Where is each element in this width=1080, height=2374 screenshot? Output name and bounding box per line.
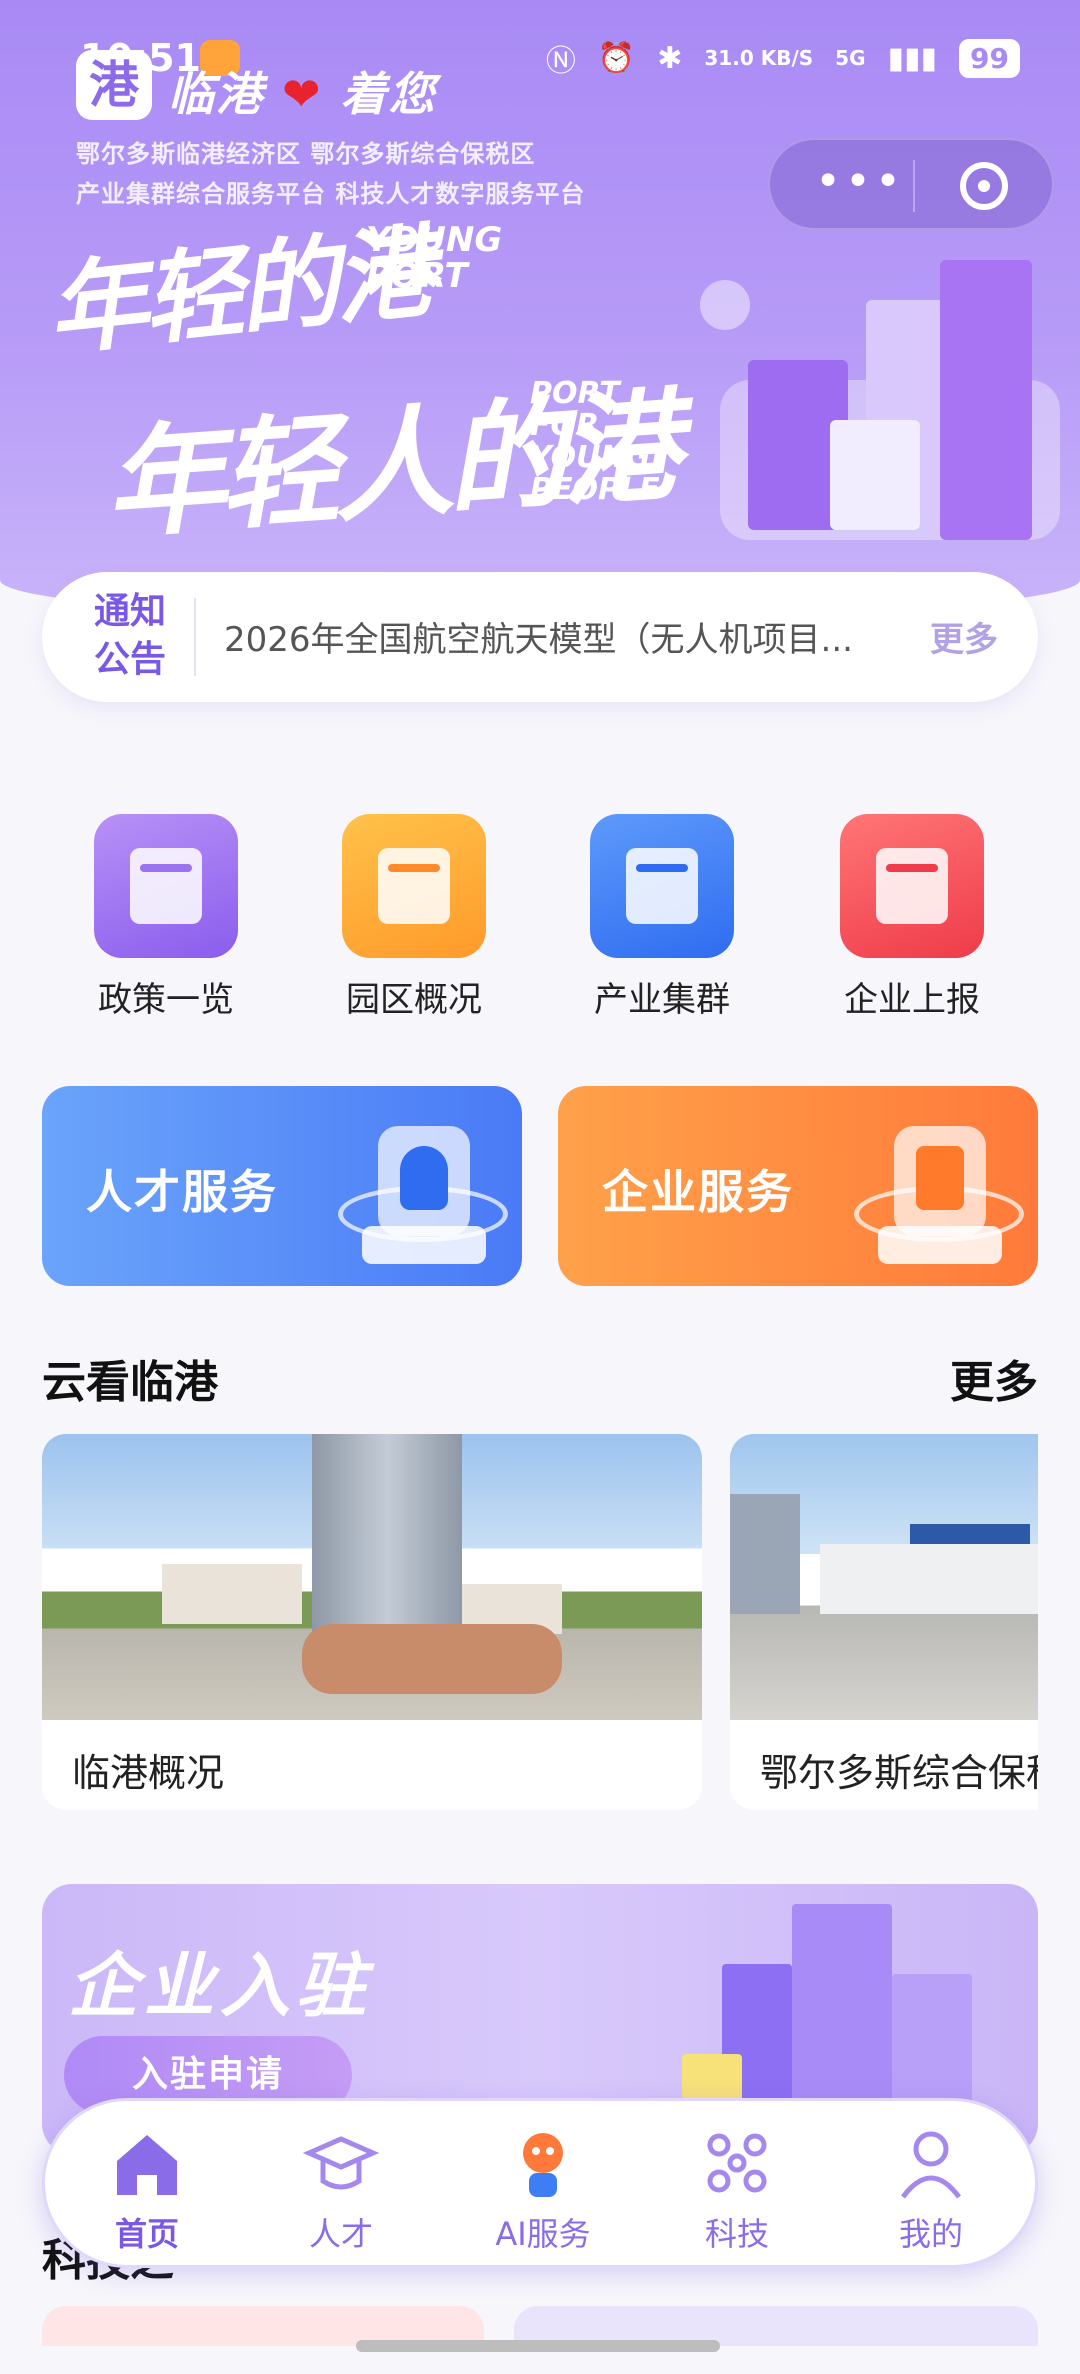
brand-name: 临港 bbox=[168, 67, 264, 121]
target-icon[interactable] bbox=[960, 162, 1008, 210]
battery-icon: 99 bbox=[959, 38, 1020, 78]
gallery-card[interactable]: 临港概况 bbox=[42, 1434, 702, 1810]
tab-label: 科技 bbox=[704, 2215, 769, 2253]
quick-link-park[interactable]: 园区概况 bbox=[314, 814, 514, 1021]
notice-bar[interactable]: 通知公告 2026年全国航空航天模型（无人机项目... 更多 bbox=[42, 572, 1038, 702]
bottom-tab-bar: 首页 人才 AI服务 科技 我的 bbox=[42, 2098, 1038, 2268]
status-icons: Ⓝ ⏰ ✱ 31.0 KB/S 5G ▮▮▮ 99 bbox=[546, 36, 1020, 80]
notice-more-link[interactable]: 更多 bbox=[930, 612, 998, 661]
net-speed: 31.0 KB/S bbox=[704, 46, 814, 70]
signal-label: 5G bbox=[835, 46, 866, 70]
quick-links: 政策一览 园区概况 产业集群 企业上报 bbox=[0, 814, 1080, 1024]
graduation-cap-icon bbox=[301, 2123, 381, 2203]
status-bar: 10:51 Ⓝ ⏰ ✱ 31.0 KB/S 5G ▮▮▮ 99 bbox=[0, 30, 1080, 90]
report-icon bbox=[840, 814, 984, 958]
app-logo: 港 bbox=[76, 50, 152, 120]
tab-label: 首页 bbox=[114, 2215, 179, 2253]
tab-label: 我的 bbox=[898, 2215, 963, 2253]
brand-text: 临港 ❤ 着您 bbox=[168, 58, 437, 124]
quick-link-report[interactable]: 企业上报 bbox=[812, 814, 1012, 1021]
user-icon bbox=[891, 2123, 971, 2203]
quick-link-cluster[interactable]: 产业集群 bbox=[562, 814, 762, 1021]
cluster-icon bbox=[590, 814, 734, 958]
molecule-icon bbox=[697, 2123, 777, 2203]
policy-icon bbox=[94, 814, 238, 958]
gallery-photo bbox=[730, 1434, 1038, 1720]
gallery-caption: 临港概况 bbox=[72, 1751, 225, 1795]
talent-service-card[interactable]: 人才服务 bbox=[42, 1086, 522, 1286]
more-dots-icon[interactable]: ••• bbox=[810, 160, 910, 212]
notice-divider bbox=[194, 598, 196, 676]
enterprise-entry-title: 企业入驻 bbox=[68, 1944, 372, 2027]
notice-label: 通知公告 bbox=[93, 591, 166, 680]
cloud-view-gallery[interactable]: 临港概况 鄂尔多斯综合保税区 bbox=[42, 1434, 1038, 1810]
enterprise-building-icon bbox=[854, 1106, 1024, 1276]
slogan-young-people-en: PORT FOR YOUNG PEOPLE bbox=[530, 376, 660, 507]
notice-text[interactable]: 2026年全国航空航天模型（无人机项目... bbox=[224, 612, 944, 661]
heart-icon: ❤ bbox=[282, 67, 323, 121]
gallery-card[interactable]: 鄂尔多斯综合保税区 bbox=[730, 1434, 1038, 1810]
cloud-view-title: 云看临港 bbox=[42, 1357, 218, 1408]
home-icon bbox=[107, 2123, 187, 2203]
gallery-photo bbox=[42, 1434, 702, 1720]
slogan-young-port-en: YOUNG PORT bbox=[366, 220, 503, 296]
bluetooth-icon: ✱ bbox=[657, 40, 683, 76]
miniapp-capsule: ••• bbox=[768, 138, 1054, 230]
park-icon bbox=[342, 814, 486, 958]
quick-link-label: 园区概况 bbox=[346, 980, 482, 1020]
tab-talent[interactable]: 人才 bbox=[251, 2123, 431, 2255]
cloud-view-more-link[interactable]: 更多 bbox=[950, 1346, 1038, 1410]
nfc-icon: Ⓝ bbox=[545, 44, 576, 79]
mascot-icon bbox=[503, 2123, 583, 2203]
quick-link-label: 企业上报 bbox=[844, 980, 980, 1020]
talent-service-label: 人才服务 bbox=[86, 1165, 278, 1219]
tab-home[interactable]: 首页 bbox=[57, 2123, 237, 2255]
hero-banner: 10:51 Ⓝ ⏰ ✱ 31.0 KB/S 5G ▮▮▮ 99 港 临港 ❤ 着… bbox=[0, 0, 1080, 620]
hero-line-1: 鄂尔多斯临港经济区 鄂尔多斯综合保税区 bbox=[76, 140, 536, 168]
quick-link-label: 政策一览 bbox=[98, 980, 234, 1020]
enterprise-service-card[interactable]: 企业服务 bbox=[558, 1086, 1038, 1286]
brand-suffix: 着您 bbox=[340, 67, 437, 121]
tab-tech[interactable]: 科技 bbox=[647, 2123, 827, 2255]
tab-mine[interactable]: 我的 bbox=[841, 2123, 1021, 2255]
talent-person-icon bbox=[338, 1106, 508, 1276]
tab-ai-service[interactable]: AI服务 bbox=[453, 2123, 633, 2255]
signal-icon: ▮▮▮ bbox=[887, 40, 938, 76]
quick-link-label: 产业集群 bbox=[594, 980, 730, 1020]
alarm-icon: ⏰ bbox=[597, 40, 636, 76]
capsule-divider bbox=[913, 160, 915, 212]
enterprise-service-label: 企业服务 bbox=[602, 1165, 794, 1219]
home-indicator[interactable] bbox=[356, 2340, 720, 2352]
tab-label: AI服务 bbox=[495, 2215, 591, 2253]
tab-label: 人才 bbox=[308, 2215, 373, 2253]
gallery-caption: 鄂尔多斯综合保税区 bbox=[760, 1751, 1038, 1795]
city-illustration bbox=[680, 220, 1080, 600]
quick-link-policy[interactable]: 政策一览 bbox=[66, 814, 266, 1021]
